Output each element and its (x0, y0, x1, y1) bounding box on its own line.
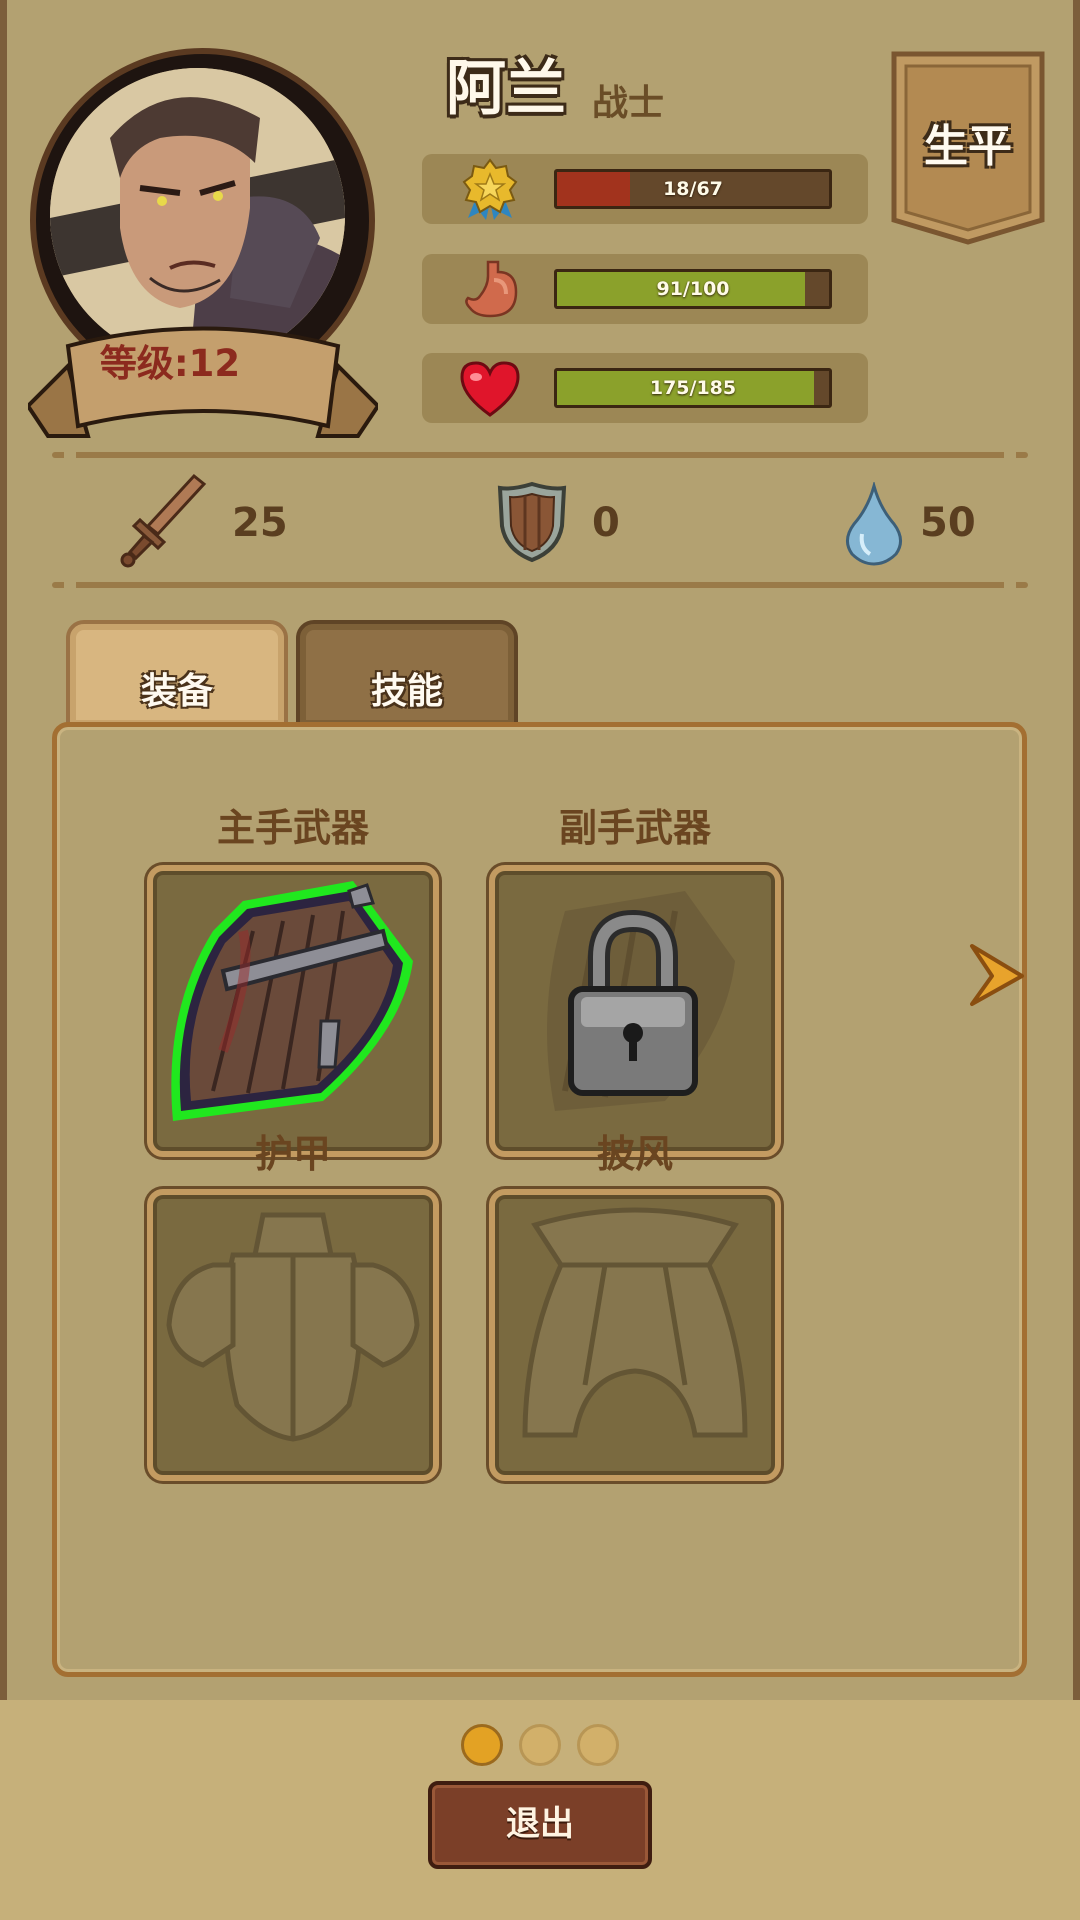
hunger-value: 91/100 (656, 278, 730, 300)
page-dot-1[interactable] (461, 1724, 503, 1766)
sword-icon (120, 473, 207, 568)
tab-skills[interactable]: 技能 (296, 620, 518, 730)
character-class: 战士 (592, 83, 665, 124)
off-hand-slot[interactable] (489, 865, 781, 1157)
right-edge (1073, 0, 1080, 1700)
mana-value: 50 (920, 500, 976, 546)
attack-stat: 25 (118, 470, 318, 580)
main-hand-label: 主手武器 (216, 806, 369, 850)
experience-value: 18/67 (663, 178, 723, 200)
health-bar: 175/185 (554, 368, 832, 408)
next-page-arrow[interactable] (966, 940, 1026, 1010)
mana-stat: 50 (844, 470, 1024, 580)
tab-equipment[interactable]: 装备 (66, 620, 288, 730)
main-hand-slot[interactable] (147, 865, 439, 1157)
level-label: 等级:12 (99, 342, 241, 385)
pagination-dots (458, 1724, 628, 1770)
health-row: 175/185 (422, 353, 868, 423)
medal-icon (462, 158, 518, 220)
left-edge (0, 0, 7, 1700)
attack-value: 25 (232, 500, 288, 546)
shield-icon (497, 481, 567, 563)
armor-slot[interactable] (147, 1189, 439, 1481)
wooden-shield-icon (171, 881, 413, 1121)
hunger-row: 91/100 (422, 254, 868, 324)
cloak-label: 披风 (596, 1132, 673, 1176)
divider-top (52, 452, 1028, 458)
defense-stat: 0 (496, 470, 656, 580)
experience-bar: 18/67 (554, 169, 832, 209)
hunger-bar: 91/100 (554, 269, 832, 309)
off-hand-label: 副手武器 (558, 806, 711, 850)
water-drop-icon (846, 482, 902, 566)
heart-icon (460, 361, 520, 417)
exit-button[interactable]: 退出 (428, 1781, 652, 1869)
lock-icon (547, 891, 735, 1111)
armor-label: 护甲 (254, 1132, 331, 1176)
page-dot-3[interactable] (577, 1724, 619, 1766)
defense-value: 0 (592, 500, 620, 546)
character-name: 阿兰 (446, 54, 566, 124)
equipment-panel: 主手武器 副手武器 护甲 披风 (52, 722, 1027, 1677)
stomach-icon (465, 260, 518, 318)
cloak-slot[interactable] (489, 1189, 781, 1481)
page-dot-2[interactable] (519, 1724, 561, 1766)
armor-icon (166, 1212, 420, 1442)
health-value: 175/185 (649, 377, 737, 399)
character-portrait[interactable]: 等级:12 (28, 48, 380, 438)
biography-label[interactable]: 生平 (890, 110, 1046, 174)
divider-bottom (52, 582, 1028, 588)
experience-row: 18/67 (422, 154, 868, 224)
cloak-icon (522, 1207, 748, 1438)
